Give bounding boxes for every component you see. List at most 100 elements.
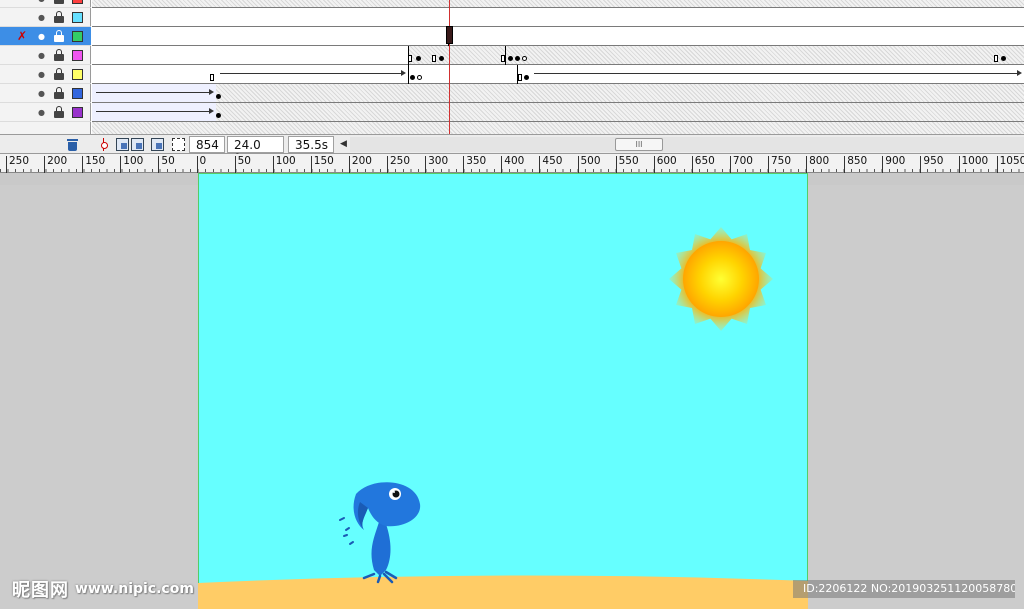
layer-row[interactable]: ● xyxy=(0,84,91,103)
scrollbar-thumb[interactable]: III xyxy=(615,138,663,151)
sun-disc xyxy=(683,241,759,317)
keyframe-marker[interactable] xyxy=(501,55,505,62)
layer-outline-color-swatch[interactable] xyxy=(72,107,83,118)
keyframe-marker[interactable] xyxy=(508,56,513,61)
lock-icon[interactable] xyxy=(54,106,64,118)
blue-creature-character[interactable] xyxy=(334,478,424,584)
sun-graphic[interactable] xyxy=(668,226,774,332)
motion-tween-span[interactable] xyxy=(92,84,216,102)
scroll-left-arrow-icon[interactable]: ◀ xyxy=(340,139,347,149)
frame-row[interactable] xyxy=(92,8,1024,27)
ruler-tick-label: 200 xyxy=(44,156,67,173)
ruler-tick-label: 700 xyxy=(729,156,753,173)
visibility-dot-icon[interactable]: ● xyxy=(38,0,45,3)
keyframe-marker[interactable] xyxy=(416,56,421,61)
keyframe-marker[interactable] xyxy=(216,113,221,118)
layer-row[interactable]: ● xyxy=(0,0,91,8)
lock-icon[interactable] xyxy=(54,49,64,61)
lock-icon[interactable] xyxy=(54,11,64,23)
keyframe-marker[interactable] xyxy=(216,94,221,99)
keyframe-marker[interactable] xyxy=(408,55,412,62)
playhead-line[interactable] xyxy=(449,0,450,135)
visibility-dot-icon[interactable]: ● xyxy=(38,13,45,22)
timeline-toolbar: 854 24.0 fps 35.5s ◀ III xyxy=(0,134,1024,166)
keyframe-marker[interactable] xyxy=(524,75,529,80)
keyframe-marker[interactable] xyxy=(410,75,415,80)
ruler-tick-label: 50 xyxy=(234,156,251,173)
lock-icon[interactable] xyxy=(54,30,64,42)
current-frame-field[interactable]: 854 xyxy=(189,136,225,153)
visibility-dot-icon[interactable]: ● xyxy=(38,108,45,117)
trash-icon[interactable] xyxy=(66,138,79,151)
playhead-handle[interactable] xyxy=(446,26,453,44)
layer-row[interactable]: ● xyxy=(0,65,91,84)
timeline-panel: ● ● ✗ ● ● ● xyxy=(0,0,1024,135)
frame-row[interactable] xyxy=(92,65,1024,84)
visibility-dot-icon[interactable]: ● xyxy=(38,51,45,60)
elapsed-time-field[interactable]: 35.5s xyxy=(288,136,334,153)
layer-outline-color-swatch[interactable] xyxy=(72,31,83,42)
onion-skin-outlines-icon[interactable] xyxy=(131,138,144,151)
ruler-tick-label: 400 xyxy=(501,156,524,173)
layer-outline-color-swatch[interactable] xyxy=(72,12,83,23)
ruler-tick-label: 200 xyxy=(348,156,372,173)
frame-row[interactable] xyxy=(92,0,1024,8)
edit-multiple-frames-icon[interactable] xyxy=(151,138,164,151)
sand-ground[interactable] xyxy=(198,571,808,609)
keyframe-marker[interactable] xyxy=(210,74,214,81)
layer-row-selected[interactable]: ✗ ● xyxy=(0,27,91,46)
ruler-tick-label: 500 xyxy=(577,156,601,173)
layer-outline-color-swatch[interactable] xyxy=(72,69,83,80)
watermark-brand: 昵图网 xyxy=(12,580,69,601)
horizontal-ruler[interactable]: 250 200 150 100 50 0 50 100 150 200 250 300 350 400 45… xyxy=(0,154,1024,173)
lock-icon[interactable] xyxy=(54,0,64,4)
keyframe-marker[interactable] xyxy=(439,56,444,61)
keyframe-marker[interactable] xyxy=(515,56,520,61)
site-watermark: 昵图网 www.nipic.com xyxy=(12,578,194,601)
keyframe-marker[interactable] xyxy=(522,56,527,61)
motion-tween-span[interactable] xyxy=(92,103,216,121)
ruler-tick-label: 300 xyxy=(425,156,448,173)
ruler-tick-label: 100 xyxy=(272,156,296,173)
modify-onion-markers-icon[interactable] xyxy=(172,138,185,151)
layer-row[interactable]: ● xyxy=(0,8,91,27)
lock-icon[interactable] xyxy=(54,68,64,80)
keyframe-marker[interactable] xyxy=(432,55,436,62)
motion-tween-span[interactable] xyxy=(216,65,408,83)
onion-skin-icon[interactable] xyxy=(116,138,129,151)
visibility-dot-icon[interactable]: ● xyxy=(38,89,45,98)
frame-rate-field[interactable]: 24.0 fps xyxy=(227,136,284,166)
ruler-tick-label: 650 xyxy=(691,156,715,173)
watermark-url: www.nipic.com xyxy=(75,581,194,597)
keyframe-marker[interactable] xyxy=(417,75,422,80)
ruler-tick-label: 350 xyxy=(463,156,486,173)
layer-row[interactable]: ● xyxy=(0,103,91,122)
ruler-tick-label: 150 xyxy=(310,156,334,173)
layer-row[interactable]: ● xyxy=(0,46,91,65)
layer-list: ● ● ✗ ● ● ● xyxy=(0,0,91,135)
lock-icon[interactable] xyxy=(54,87,64,99)
frame-row[interactable] xyxy=(92,46,1024,65)
motion-tween-span[interactable] xyxy=(530,65,1024,83)
layer-outline-color-swatch[interactable] xyxy=(72,0,83,4)
keyframe-marker[interactable] xyxy=(1001,56,1006,61)
frame-row[interactable] xyxy=(92,27,1024,46)
ruler-tick-label: 50 xyxy=(158,156,175,173)
ruler-tick-label: 850 xyxy=(844,156,867,173)
ruler-tick-label: 600 xyxy=(653,156,677,173)
layer-outline-color-swatch[interactable] xyxy=(72,50,83,61)
frame-row[interactable] xyxy=(92,84,1024,103)
keyframe-marker[interactable] xyxy=(994,55,998,62)
ruler-labels: 250 200 150 100 50 0 50 100 150 200 250 300 350 400 45… xyxy=(0,154,1024,173)
layer-outline-color-swatch[interactable] xyxy=(72,88,83,99)
timeline-horizontal-scrollbar[interactable]: III xyxy=(350,137,1024,152)
keyframe-marker[interactable] xyxy=(518,74,522,81)
center-frame-icon[interactable] xyxy=(97,138,110,151)
frame-grid[interactable] xyxy=(92,0,1024,135)
frame-row[interactable] xyxy=(92,103,1024,122)
visibility-dot-icon[interactable]: ● xyxy=(38,70,45,79)
ruler-tick-label: 250 xyxy=(6,156,29,173)
visibility-dot-icon[interactable]: ● xyxy=(38,32,45,41)
ruler-tick-label: 1000 xyxy=(958,156,988,173)
ruler-tick-label: 800 xyxy=(806,156,829,173)
